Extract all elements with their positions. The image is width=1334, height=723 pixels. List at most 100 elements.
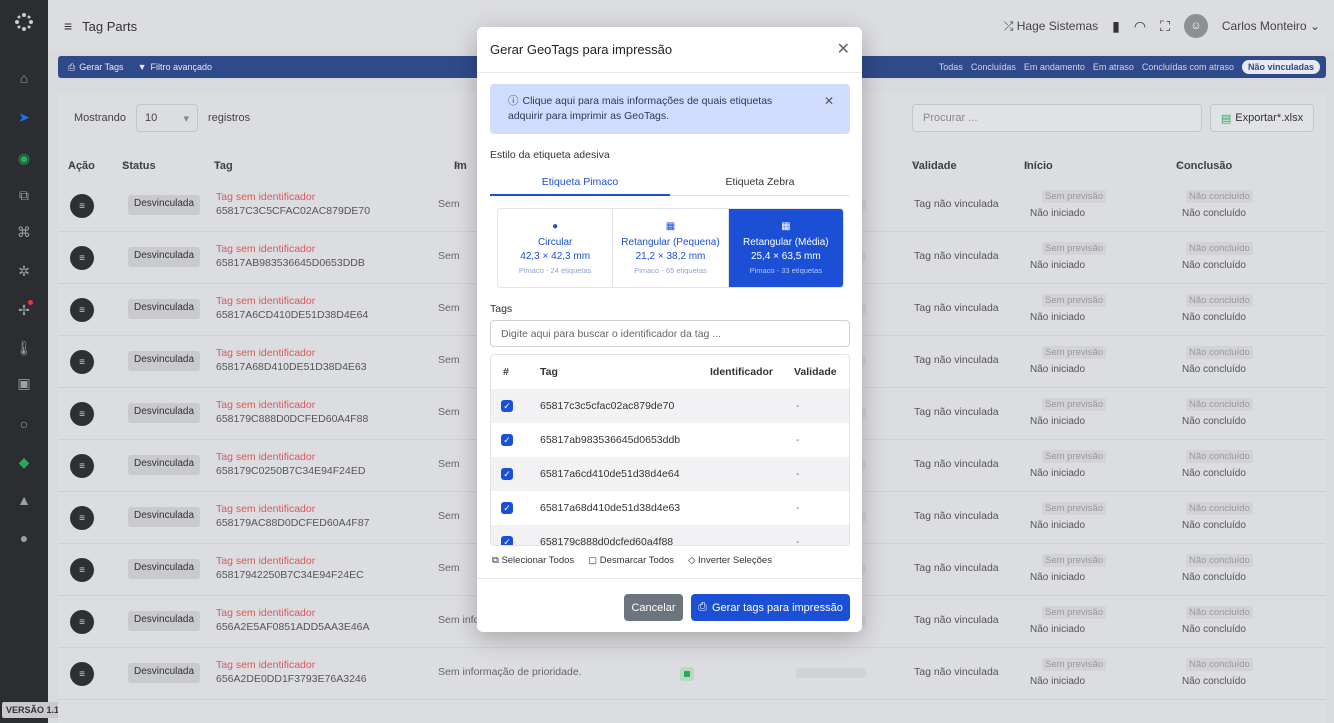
home-icon[interactable]: ⌂	[14, 68, 34, 88]
generate-print-button[interactable]: ⎙ Gerar tags para impressão	[691, 594, 850, 621]
col-identificador: Identificador	[710, 366, 774, 378]
company-name: Hage Sistemas	[1016, 18, 1099, 33]
row-checkbox[interactable]: ✓	[501, 536, 513, 545]
warning-icon[interactable]: ▲	[14, 490, 34, 510]
style-option-retangular-pequena[interactable]: ▦ Retangular (Pequena) 21,2 × 38,2 mm Pi…	[613, 209, 729, 287]
tag-value: 65817a68d410de51d38d4e63	[540, 502, 681, 514]
advanced-filter-button[interactable]: ▼ Filtro avançado	[138, 62, 212, 72]
fullscreen-icon[interactable]: ⛶	[1160, 18, 1170, 35]
row-action-icon[interactable]: ≡	[70, 298, 94, 322]
per-page-value: 10	[144, 112, 158, 124]
row-action-icon[interactable]: ≡	[70, 194, 94, 218]
start-forecast: Sem previsão	[1042, 242, 1107, 255]
close-icon[interactable]: ✕	[824, 94, 834, 108]
company-switch[interactable]: ⤮ Hage Sistemas	[1004, 19, 1098, 34]
tag-value: 658179c888d0dcfed60a4f88	[540, 536, 674, 546]
row-checkbox[interactable]: ✓	[501, 468, 513, 480]
col-tag: Tag	[540, 366, 558, 378]
tab-zebra[interactable]: Etiqueta Zebra	[670, 176, 850, 188]
tag-name[interactable]: Tag sem identificador	[216, 243, 315, 255]
start-status: Não iniciado	[1030, 624, 1086, 635]
cancel-button[interactable]: Cancelar	[624, 594, 683, 621]
network-icon[interactable]: ✢	[14, 300, 34, 320]
filter-em-andamento[interactable]: Em andamento	[1024, 62, 1085, 72]
avatar[interactable]: ☺	[1183, 14, 1208, 38]
tag-name[interactable]: Tag sem identificador	[216, 503, 315, 515]
hamburger-menu-icon[interactable]: ≡	[64, 18, 72, 34]
tag-name[interactable]: Tag sem identificador	[216, 659, 315, 671]
tags-selection-table: # Tag Identificador Validade ✓ 65817c3c5c…	[490, 354, 850, 546]
circle-icon[interactable]: ○	[14, 414, 34, 434]
style-name: Circular	[537, 237, 573, 248]
tab-pimaco[interactable]: Etiqueta Pimaco	[490, 176, 670, 188]
tag-select-row[interactable]: ✓ 65817a6cd410de51d38d4e64 -	[491, 457, 849, 491]
tags-table-header: # Tag Identificador Validade	[491, 355, 849, 389]
start-forecast: Sem previsão	[1042, 398, 1107, 411]
book-icon[interactable]: ▮	[1112, 18, 1120, 35]
start-status: Não iniciado	[1030, 364, 1086, 375]
gear-icon[interactable]: ✲	[14, 261, 34, 281]
export-xlsx-button[interactable]: ▤ Exportar*.xlsx	[1210, 104, 1314, 132]
send-icon[interactable]: ➤	[14, 107, 34, 127]
end-forecast: Não concluído	[1186, 242, 1253, 255]
tag-name[interactable]: Tag sem identificador	[216, 399, 315, 411]
row-action-icon[interactable]: ≡	[70, 506, 94, 530]
modal-title: Gerar GeoTags para impressão	[490, 42, 673, 57]
style-name: Retangular (Média)	[743, 237, 829, 248]
user-menu[interactable]: Carlos Monteiro ⌄	[1222, 19, 1320, 33]
scan-icon[interactable]: ⧉	[14, 185, 34, 205]
row-action-icon[interactable]: ≡	[70, 350, 94, 374]
diamond-icon[interactable]: ◆	[14, 452, 34, 472]
filter-nao-vinculadas[interactable]: Não vinculadas	[1241, 60, 1320, 74]
headset-icon[interactable]: ◠	[1134, 18, 1146, 35]
tag-name[interactable]: Tag sem identificador	[216, 295, 315, 307]
tag-search-input[interactable]: Digite aqui para buscar o identificador …	[490, 320, 850, 347]
col-conclusao-label: Conclusão	[1176, 160, 1233, 172]
deselect-all-button[interactable]: ▢ Desmarcar Todos	[588, 555, 674, 566]
row-action-icon[interactable]: ≡	[70, 558, 94, 582]
tag-name[interactable]: Tag sem identificador	[216, 607, 315, 619]
per-page-select[interactable]: 10 ▾	[135, 104, 198, 132]
info-alert[interactable]: ⓘ Clique aqui para mais informações de qu…	[490, 84, 850, 134]
app-logo-icon[interactable]	[14, 12, 34, 32]
search-input[interactable]: Procurar ...	[912, 104, 1202, 132]
tag-name[interactable]: Tag sem identificador	[216, 191, 315, 203]
command-icon[interactable]: ⌘	[14, 222, 34, 242]
invert-selection-button[interactable]: ◇ Inverter Seleções	[688, 555, 772, 566]
style-option-circular[interactable]: ● Circular 42,3 × 42,3 mm Pimaco - 24 et…	[498, 209, 614, 287]
filter-todas[interactable]: Todas	[939, 62, 963, 72]
tag-select-row[interactable]: ✓ 658179c888d0dcfed60a4f88 -	[491, 525, 849, 546]
tag-id: 656A2E5AF0851ADD5AA3E46A	[216, 621, 370, 633]
end-status: Não concluído	[1182, 468, 1246, 479]
row-checkbox[interactable]: ✓	[501, 502, 513, 514]
select-all-button[interactable]: ⧉ Selecionar Todos	[492, 555, 574, 566]
gerar-tags-button[interactable]: ⎙ Gerar Tags	[68, 62, 124, 73]
tag-select-row[interactable]: ✓ 65817c3c5cfac02ac879de70 -	[491, 389, 849, 423]
close-icon[interactable]: ✕	[837, 39, 850, 59]
row-checkbox[interactable]: ✓	[501, 400, 513, 412]
filter-em-atraso[interactable]: Em atraso	[1093, 62, 1134, 72]
panel-icon[interactable]: ▣	[14, 373, 34, 393]
tag-name[interactable]: Tag sem identificador	[216, 555, 315, 567]
row-action-icon[interactable]: ≡	[70, 454, 94, 478]
table-row[interactable]: ≡ Desvinculada Tag sem identificador 656A2D…	[58, 648, 1326, 700]
filter-concluidas[interactable]: Concluídas	[971, 62, 1016, 72]
end-forecast: Não concluído	[1186, 294, 1253, 307]
tag-name[interactable]: Tag sem identificador	[216, 347, 315, 359]
importance-text: Sem	[438, 354, 460, 366]
row-action-icon[interactable]: ≡	[70, 246, 94, 270]
target-icon[interactable]: ◉	[14, 148, 34, 168]
row-checkbox[interactable]: ✓	[501, 434, 513, 446]
user-circle-icon[interactable]: ●	[14, 528, 34, 548]
info-alert-text-wrap: ⓘ Clique aqui para mais informações de qu…	[508, 94, 798, 124]
row-action-icon[interactable]: ≡	[70, 402, 94, 426]
row-action-icon[interactable]: ≡	[70, 610, 94, 634]
filter-concluidas-com-atraso[interactable]: Concluídas com atraso	[1142, 62, 1234, 72]
thermometer-icon[interactable]: 🌡	[14, 338, 34, 358]
tag-name[interactable]: Tag sem identificador	[216, 451, 315, 463]
tag-select-row[interactable]: ✓ 65817a68d410de51d38d4e63 -	[491, 491, 849, 525]
validity-text: Tag não vinculada	[914, 250, 999, 262]
row-action-icon[interactable]: ≡	[70, 662, 94, 686]
tag-select-row[interactable]: ✓ 65817ab983536645d0653ddb -	[491, 423, 849, 457]
style-option-retangular-media[interactable]: ▦ Retangular (Média) 25,4 × 63,5 mm Pima…	[728, 209, 843, 287]
